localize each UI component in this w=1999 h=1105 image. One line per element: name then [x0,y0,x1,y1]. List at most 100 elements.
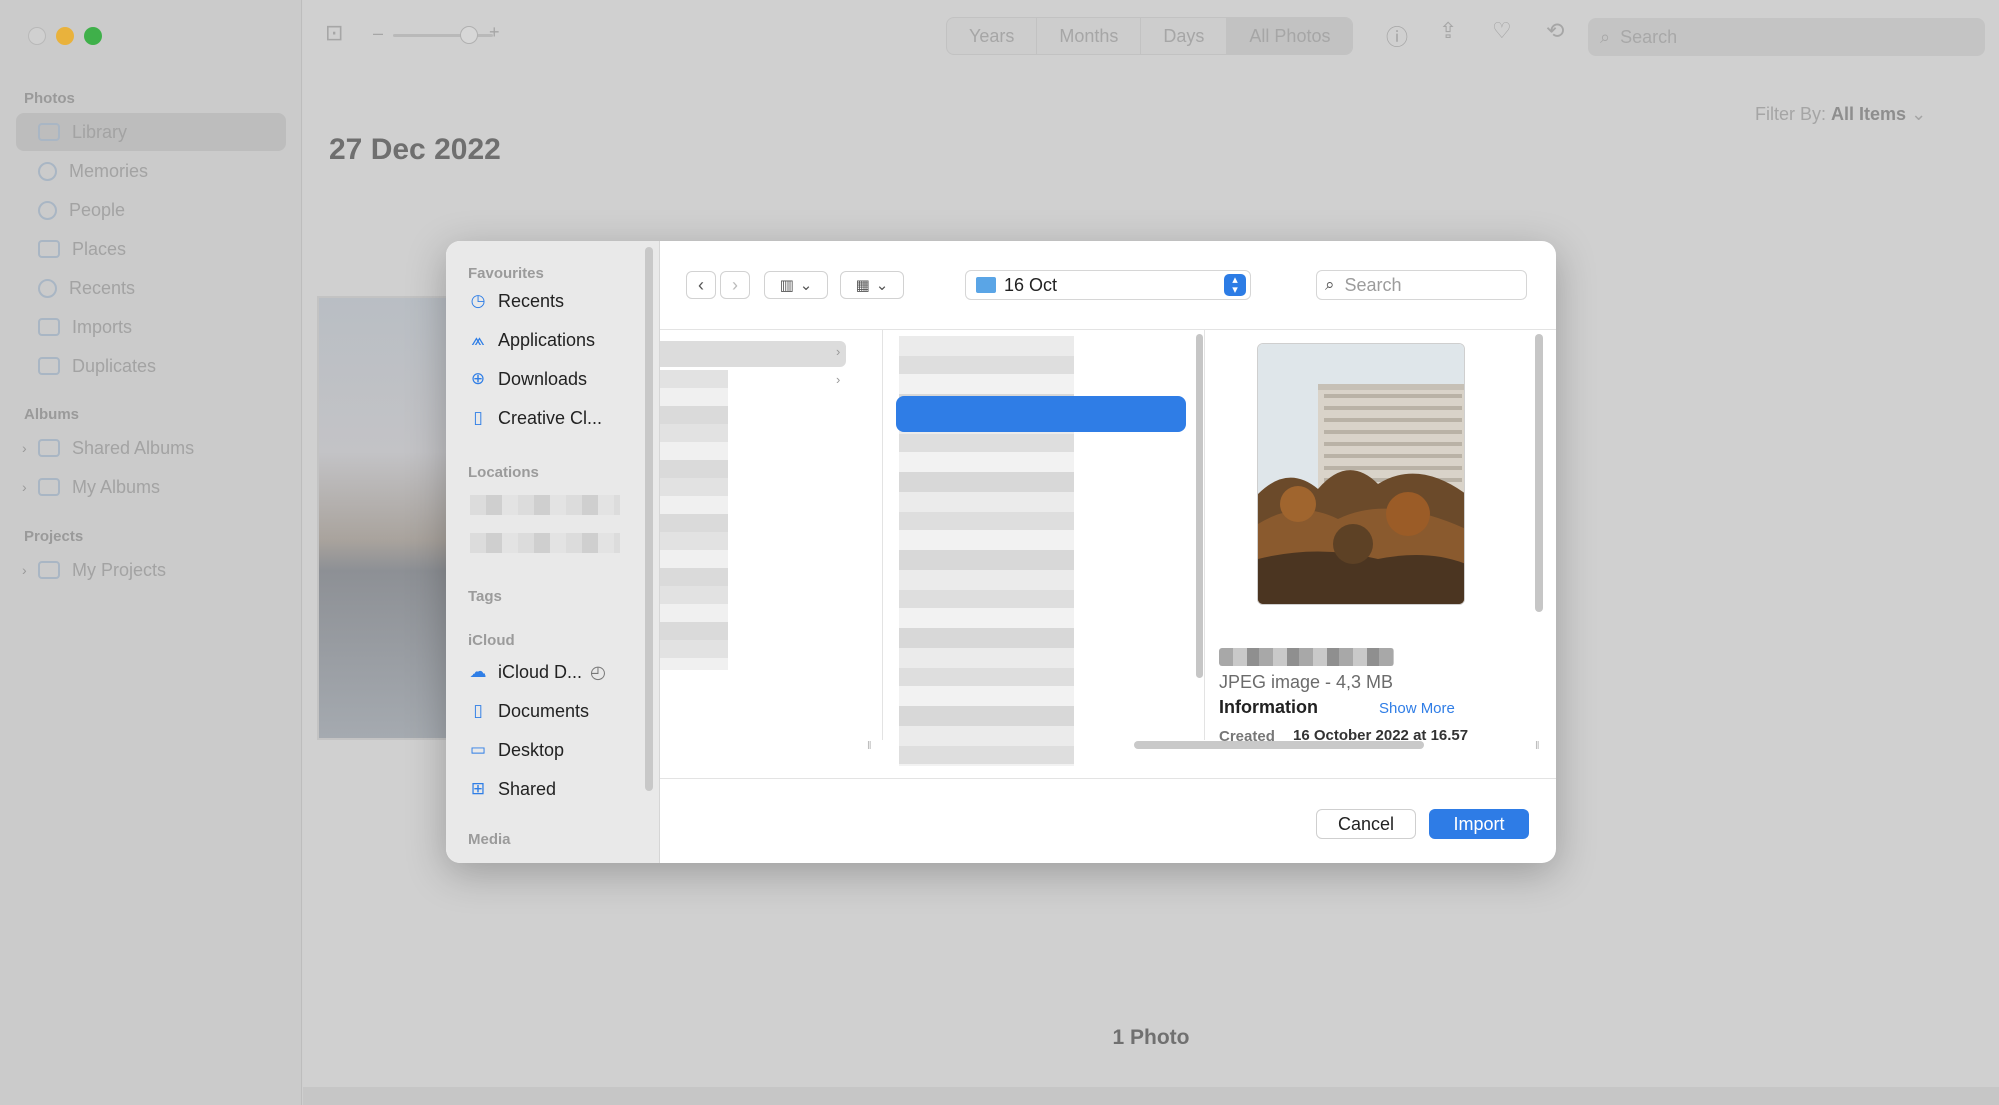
bottom-bar [303,1087,1999,1105]
zoom-in-icon[interactable]: + [489,22,500,43]
document-icon: ▯ [473,701,483,720]
search-field[interactable]: ⌕ Search [1588,18,1985,56]
location-popup[interactable]: 16 Oct ▴ ▾ [965,270,1251,300]
chevron-down-icon: ⌄ [799,277,813,294]
sidebar-item-label: Shared Albums [72,437,195,458]
folder-icon [976,277,996,293]
shared-folder-icon: ⊞ [470,779,486,798]
sidebar-item-creative-cloud[interactable]: ▯ Creative Cl... [468,403,602,433]
recents-icon [38,278,57,298]
document-icon: ▯ [473,408,483,427]
share-icon[interactable]: ⇪ [1439,18,1457,44]
column-resize-handle[interactable]: ǁ [867,740,872,752]
preview-scrollbar[interactable] [1535,334,1543,612]
view-segmented-control[interactable]: Years Months Days All Photos [946,17,1354,55]
chevron-right-icon: › [732,274,738,295]
dialog-search-field[interactable]: ⌕ Search [1316,270,1527,300]
sidebar-item-shared[interactable]: ⊞ Shared [468,774,556,804]
window-close-button[interactable] [28,27,46,45]
sidebar-item-desktop[interactable]: ▭ Desktop [468,735,564,765]
back-button[interactable]: ‹ [686,271,716,299]
heart-icon[interactable]: ♡ [1492,18,1512,44]
photo-thumbnail[interactable] [317,296,457,740]
file-row-selected[interactable] [896,396,1186,432]
tab-all-photos[interactable]: All Photos [1227,18,1353,54]
chevron-right-icon[interactable]: › [22,440,27,456]
sidebar-scrollbar[interactable] [645,247,653,791]
photo-count: 1 Photo [1112,1026,1190,1049]
sidebar-item-recents[interactable]: Recents [16,269,286,307]
sidebar-item-duplicates[interactable]: Duplicates [16,347,286,385]
group-by-button[interactable]: ▦ ⌄ [840,271,904,299]
section-tags: Tags [468,588,502,605]
sidebar-item-label: Recents [498,290,565,311]
sidebar-item-my-projects[interactable]: › My Projects [16,551,286,589]
chevron-right-icon[interactable]: › [22,479,27,495]
window-zoom-button[interactable] [84,27,102,45]
preview-column: JPEG image - 4,3 MB Information Show Mor… [1205,330,1556,752]
cloud-icon: ☁ [469,662,487,681]
sidebar-item-people[interactable]: People [16,191,286,229]
folder-row-selected[interactable] [660,341,846,367]
columns-view-icon: ▥ [779,277,794,294]
import-dialog: Favourites ◷ Recents ⩕ Applications ⊕ Do… [446,241,1556,863]
imports-icon [38,318,60,336]
sidebar-item-library[interactable]: Library [16,113,286,151]
sidebar-section-photos: Photos [24,90,75,107]
column-resize-handle[interactable]: ǁ [1535,740,1540,752]
sidebar-item-downloads[interactable]: ⊕ Downloads [468,364,587,394]
column-2: ǁ [883,330,1205,766]
chevron-down-icon: ⌄ [1911,104,1927,124]
tab-years[interactable]: Years [947,18,1038,54]
albums-icon [38,478,60,496]
sidebar-item-label: My Albums [72,476,161,497]
cancel-button[interactable]: Cancel [1316,809,1416,839]
places-icon [38,240,60,258]
people-icon [38,200,57,220]
forward-button[interactable]: › [720,271,750,299]
sidebar-section-projects: Projects [24,528,84,545]
info-icon[interactable]: ⓘ [1386,20,1408,52]
sidebar-item-my-albums[interactable]: › My Albums [16,468,286,506]
show-more-link[interactable]: Show More [1379,700,1455,717]
sidebar-item-documents[interactable]: ▯ Documents [468,696,589,726]
zoom-out-icon[interactable]: – [373,23,383,44]
view-mode-button[interactable]: ▥ ⌄ [764,271,828,299]
preview-photo [1258,344,1464,604]
grid-icon: ▦ [855,277,870,294]
search-icon: ⌕ [1325,275,1335,294]
location-item-redacted[interactable] [470,495,620,515]
search-placeholder: Search [1344,274,1402,295]
sidebar-item-memories[interactable]: Memories [16,152,286,190]
window-minimize-button[interactable] [56,27,74,45]
sidebar-item-label: Library [72,121,128,142]
sidebar-item-label: Memories [69,160,149,181]
sidebar-item-icloud-drive[interactable]: ☁ iCloud D... ◴ [468,657,606,687]
slideshow-icon[interactable]: ⊡ [325,20,343,46]
sidebar-item-shared-albums[interactable]: › Shared Albums [16,429,286,467]
sidebar-item-applications[interactable]: ⩕ Applications [468,325,595,355]
horizontal-scrollbar[interactable] [1134,741,1424,749]
tab-days[interactable]: Days [1141,18,1228,54]
zoom-slider-knob[interactable] [460,26,478,44]
folder-list-redacted[interactable] [660,370,728,670]
column-scrollbar[interactable] [1196,334,1203,678]
tab-months[interactable]: Months [1037,18,1142,54]
chevron-right-icon[interactable]: › [22,562,27,578]
sidebar-item-label: Duplicates [72,355,157,376]
zoom-slider[interactable] [393,34,493,37]
import-button[interactable]: Import [1429,809,1529,839]
location-item-redacted[interactable] [470,533,620,553]
sidebar-item-imports[interactable]: Imports [16,308,286,346]
sidebar-item-recents[interactable]: ◷ Recents [468,286,564,316]
rotate-icon[interactable]: ⟲ [1546,18,1564,44]
applications-icon: ⩕ [471,330,485,349]
column-1: › › ǁ [660,330,883,752]
filter-value: All Items [1831,104,1907,124]
information-heading: Information [1219,697,1318,717]
filter-menu[interactable]: Filter By: All Items ⌄ [1755,104,1926,125]
chevron-left-icon: ‹ [698,274,704,295]
sidebar-item-places[interactable]: Places [16,230,286,268]
projects-icon [38,561,60,579]
sidebar-item-label: People [69,199,126,220]
